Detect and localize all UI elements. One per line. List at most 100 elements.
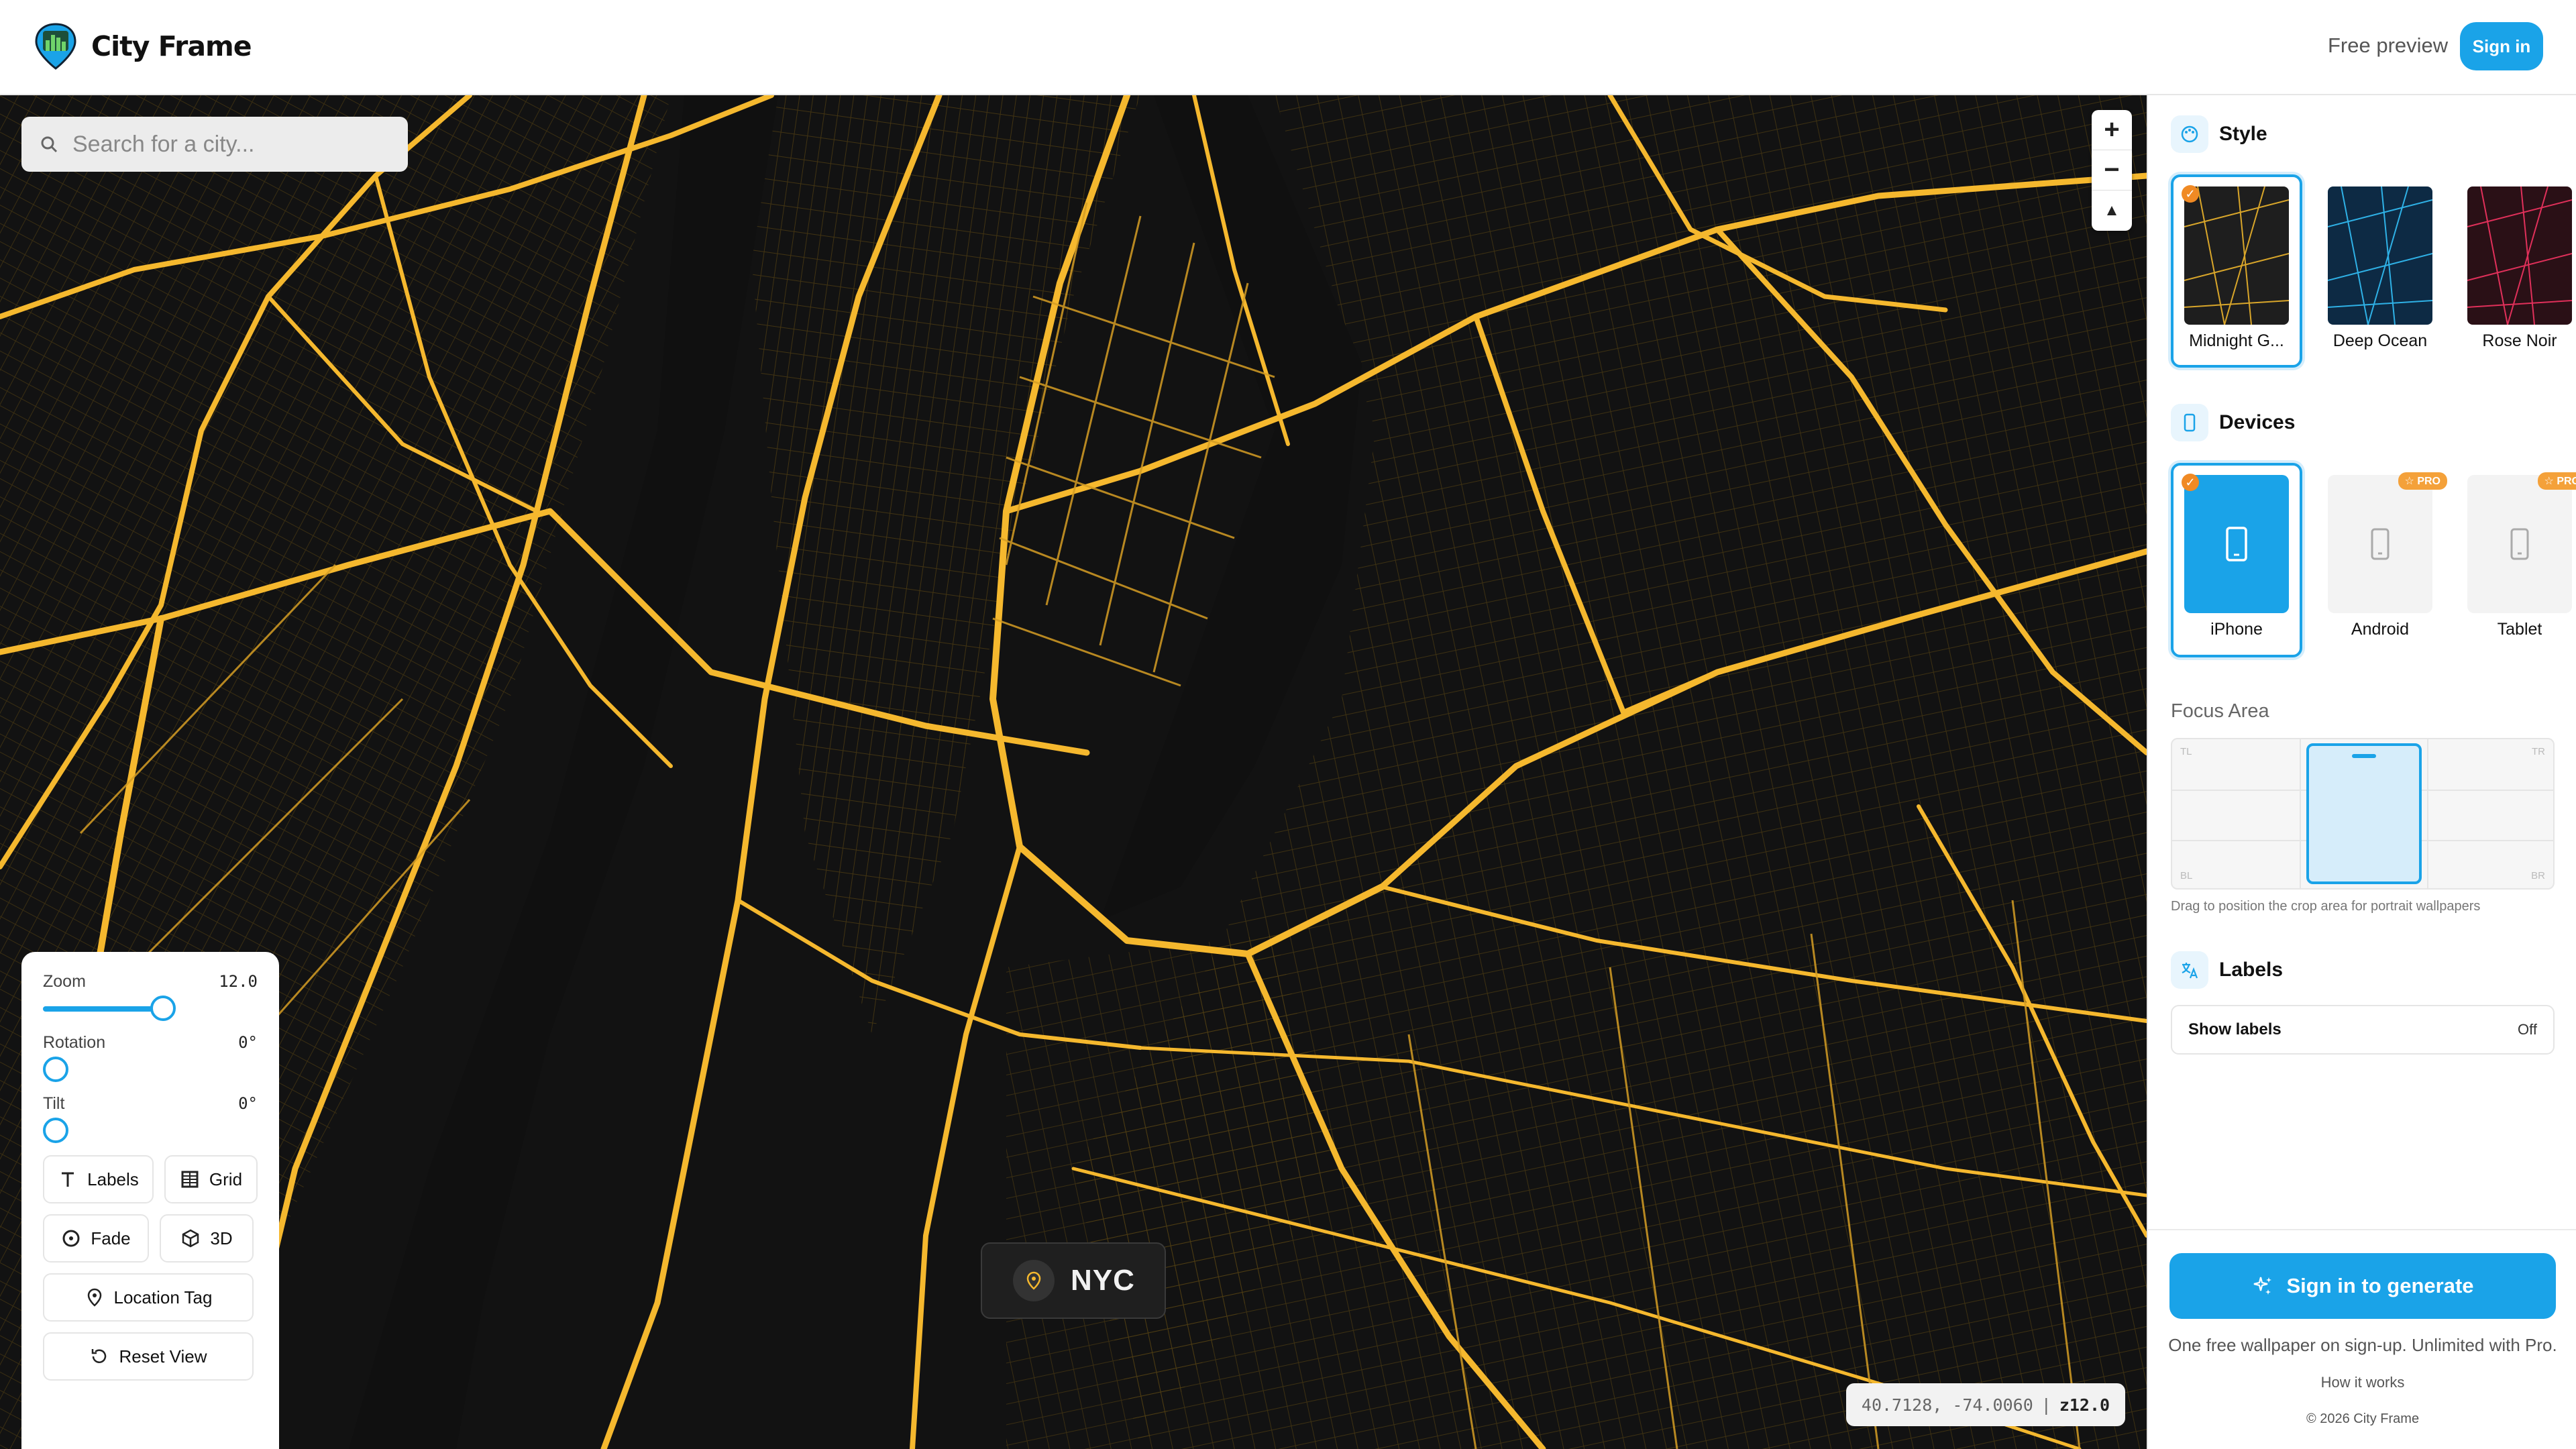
- smartphone-icon: [2226, 527, 2247, 561]
- reset-view-button[interactable]: Reset View: [43, 1332, 254, 1381]
- zoom-out-button[interactable]: −: [2092, 150, 2132, 191]
- labels-toggle-button[interactable]: Labels: [43, 1155, 154, 1203]
- device-card-android[interactable]: ☆ PRO Android: [2314, 466, 2447, 660]
- compass-reset-button[interactable]: ▲: [2092, 191, 2132, 231]
- map-pin-icon: [87, 1288, 101, 1307]
- brand-logo-link[interactable]: City Frame: [31, 21, 252, 71]
- lat-lng-text: 40.7128, -74.0060: [1861, 1395, 2033, 1415]
- device-card-tablet[interactable]: ☆ PRO Tablet: [2454, 466, 2576, 660]
- tilt-slider-handle[interactable]: [43, 1118, 68, 1143]
- focus-area-hint: Drag to position the crop area for portr…: [2171, 899, 2481, 914]
- settings-sidebar: Style ✓ Midnight G... Deep Ocean Rose No…: [2147, 95, 2576, 1449]
- tablet-icon: [2510, 528, 2529, 560]
- style-label: Midnight G...: [2189, 331, 2284, 350]
- grid-divider: [2300, 739, 2301, 888]
- how-it-works-link[interactable]: How it works: [2148, 1374, 2576, 1391]
- style-card-deep-ocean[interactable]: Deep Ocean: [2314, 177, 2446, 370]
- zoom-row: Zoom 12.0: [43, 972, 258, 991]
- labels-section-header: Labels: [2171, 951, 2283, 989]
- rotation-row: Rotation 0°: [43, 1033, 258, 1053]
- style-title: Style: [2219, 123, 2267, 145]
- show-labels-text: Show labels: [2188, 1020, 2282, 1038]
- logo-pin-icon: [35, 23, 76, 70]
- drag-handle-icon: [2352, 754, 2376, 758]
- zoom-label: Zoom: [43, 972, 86, 991]
- labels-title: Labels: [2219, 959, 2284, 981]
- devices-section-header: Devices: [2171, 404, 2295, 441]
- city-name-chip[interactable]: NYC: [981, 1242, 1166, 1319]
- rotation-slider-handle[interactable]: [43, 1057, 68, 1082]
- style-card-midnight-gold[interactable]: ✓ Midnight G...: [2171, 174, 2302, 368]
- fade-icon: [62, 1230, 80, 1247]
- device-label: Tablet: [2497, 620, 2542, 639]
- style-section-header: Style: [2171, 115, 2267, 153]
- grid-toggle-button[interactable]: Grid: [164, 1155, 258, 1203]
- corner-label-tl: TL: [2180, 746, 2192, 757]
- focus-area-title: Focus Area: [2171, 700, 2269, 722]
- coordinates-readout: 40.7128, -74.0060 | z12.0: [1846, 1383, 2125, 1426]
- fade-toggle-button[interactable]: Fade: [43, 1214, 149, 1263]
- device-card-iphone[interactable]: ✓ iPhone: [2171, 463, 2302, 657]
- labels-button-label: Labels: [87, 1169, 139, 1189]
- smartphone-icon: [2371, 528, 2390, 560]
- zoom-in-button[interactable]: +: [2092, 110, 2132, 150]
- tilt-row: Tilt 0°: [43, 1094, 258, 1114]
- tilt-label: Tilt: [43, 1094, 65, 1113]
- generate-button-label: Sign in to generate: [2286, 1274, 2474, 1297]
- city-search-input[interactable]: [72, 131, 388, 158]
- device-preview: [2184, 475, 2289, 613]
- 3d-toggle-button[interactable]: 3D: [160, 1214, 254, 1263]
- translate-icon: [2171, 951, 2208, 989]
- palette-icon: [2171, 115, 2208, 153]
- free-preview-label: Free preview: [2328, 34, 2449, 57]
- sidebar-footer: Sign in to generate One free wallpaper o…: [2148, 1229, 2576, 1449]
- brand-name: City Frame: [91, 30, 252, 62]
- style-card-rose-noir[interactable]: Rose Noir: [2454, 177, 2576, 370]
- phone-icon: [2171, 404, 2208, 441]
- devices-title: Devices: [2219, 411, 2296, 433]
- corner-label-bl: BL: [2180, 870, 2193, 881]
- show-labels-state: Off: [2518, 1021, 2537, 1038]
- zoom-slider-handle[interactable]: [150, 996, 176, 1021]
- city-search-box[interactable]: [21, 117, 408, 172]
- tilt-value: 0°: [238, 1094, 258, 1113]
- top-header: City Frame Free preview Sign in: [0, 0, 2576, 95]
- focus-area-grid[interactable]: TL TR BL BR: [2171, 738, 2555, 890]
- grid-button-label: Grid: [209, 1169, 243, 1189]
- style-thumbnail: [2184, 186, 2289, 325]
- view-controls-panel: Zoom 12.0 Rotation 0° Tilt 0° Labels Gri…: [21, 952, 279, 1449]
- location-tag-button[interactable]: Location Tag: [43, 1273, 254, 1322]
- device-preview: [2467, 475, 2572, 613]
- sign-in-to-generate-button[interactable]: Sign in to generate: [2169, 1253, 2556, 1319]
- divider: |: [2041, 1395, 2051, 1415]
- show-labels-toggle[interactable]: Show labels Off: [2171, 1005, 2555, 1055]
- cube-icon: [182, 1229, 199, 1248]
- signup-note: One free wallpaper on sign-up. Unlimited…: [2168, 1335, 2557, 1355]
- crop-area-handle[interactable]: [2306, 743, 2422, 884]
- sign-in-button[interactable]: Sign in: [2460, 22, 2543, 70]
- map-zoom-controls: + − ▲: [2092, 110, 2132, 231]
- style-label: Rose Noir: [2482, 331, 2557, 350]
- map-canvas[interactable]: + − ▲ Zoom 12.0 Rotation 0° Tilt 0°: [0, 95, 2147, 1449]
- style-thumbnail: [2467, 186, 2572, 325]
- zoom-value: 12.0: [219, 972, 258, 991]
- selected-check-icon: ✓: [2182, 474, 2199, 491]
- style-label: Deep Ocean: [2332, 331, 2428, 350]
- grid-divider: [2427, 739, 2428, 888]
- city-name-text: NYC: [1071, 1264, 1135, 1297]
- grid-icon: [181, 1171, 199, 1188]
- rotation-slider[interactable]: [43, 1055, 258, 1082]
- reset-icon: [92, 1349, 107, 1363]
- search-icon: [41, 136, 58, 153]
- 3d-button-label: 3D: [210, 1228, 233, 1248]
- location-pin-icon: [1013, 1260, 1055, 1301]
- copyright-text: © 2026 City Frame: [2306, 1411, 2420, 1426]
- corner-label-tr: TR: [2532, 746, 2545, 757]
- pro-badge: ☆ PRO: [2398, 472, 2447, 490]
- tilt-slider[interactable]: [43, 1116, 258, 1143]
- sparkle-icon: [2254, 1277, 2272, 1295]
- zoom-slider[interactable]: [43, 994, 258, 1021]
- zoom-slider-track: [43, 1006, 164, 1012]
- rotation-value: 0°: [238, 1033, 258, 1052]
- text-icon: [62, 1172, 74, 1187]
